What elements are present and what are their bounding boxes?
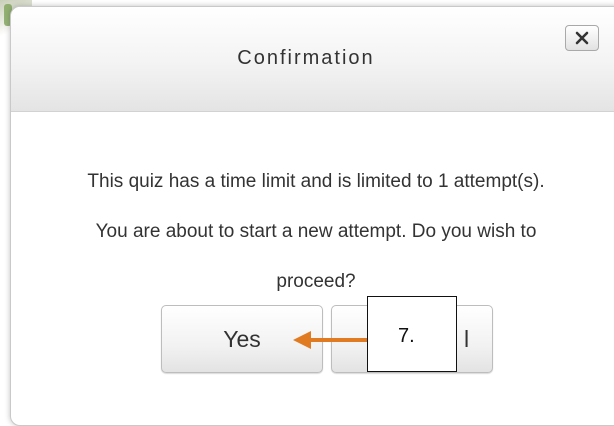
left-arrow-icon xyxy=(293,330,369,355)
dialog-header: Confirmation xyxy=(11,7,614,112)
close-button[interactable] xyxy=(565,25,599,51)
annotation-callout: 7. xyxy=(367,296,457,372)
dialog-title: Confirmation xyxy=(237,47,375,69)
cancel-button-label: l xyxy=(464,326,470,352)
dialog-message: This quiz has a time limit and is limite… xyxy=(87,171,545,292)
close-x-icon xyxy=(575,31,589,45)
yes-button-label: Yes xyxy=(223,325,261,352)
annotation-step-number: 7. xyxy=(398,325,415,347)
confirmation-dialog: Confirmation This quiz has a time limit … xyxy=(10,6,614,426)
